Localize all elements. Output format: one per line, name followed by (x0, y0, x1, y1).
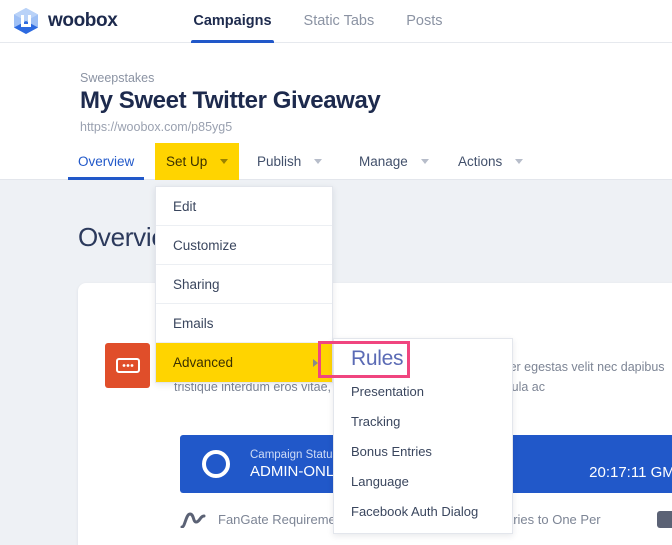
campaign-type-label: Sweepstakes (80, 71, 155, 85)
menu-item-edit[interactable]: Edit (156, 187, 332, 226)
brand-logo-link[interactable]: woobox (13, 7, 118, 35)
section-tab-publish[interactable]: Publish (246, 143, 333, 180)
ticket-glyph-icon (115, 358, 140, 373)
ticket-icon (105, 343, 150, 388)
advanced-submenu: Rules Presentation Tracking Bonus Entrie… (333, 338, 513, 534)
section-tab-actions[interactable]: Actions (447, 143, 534, 180)
chevron-down-icon (220, 159, 229, 164)
section-tab-overview-label: Overview (78, 154, 135, 169)
submenu-item-bonus-entries-label: Bonus Entries (351, 443, 432, 459)
woobox-hexagon-logo-icon (14, 8, 38, 34)
tab-static-tabs[interactable]: Static Tabs (288, 0, 391, 43)
section-tab-manage-label: Manage (359, 154, 408, 169)
submenu-item-language-label: Language (351, 473, 409, 489)
submenu-item-facebook-auth-dialog[interactable]: Facebook Auth Dialog (334, 496, 512, 526)
feature-swatch (656, 511, 672, 528)
submenu-item-presentation[interactable]: Presentation (334, 376, 512, 406)
submenu-item-bonus-entries[interactable]: Bonus Entries (334, 436, 512, 466)
submenu-item-rules[interactable]: Rules (334, 342, 512, 376)
tab-posts[interactable]: Posts (390, 0, 458, 43)
status-value: ADMIN-ONLY (250, 462, 344, 480)
swatch-icon (656, 511, 672, 528)
submenu-item-facebook-auth-dialog-label: Facebook Auth Dialog (351, 503, 479, 519)
menu-item-sharing[interactable]: Sharing (156, 265, 332, 304)
menu-item-edit-label: Edit (173, 198, 197, 214)
menu-item-customize[interactable]: Customize (156, 226, 332, 265)
fangate-icon (180, 511, 206, 528)
setup-dropdown-menu: Edit Customize Sharing Emails Advanced (155, 186, 333, 383)
menu-item-sharing-label: Sharing (173, 276, 220, 292)
page-header: Sweepstakes My Sweet Twitter Giveaway ht… (0, 43, 672, 143)
top-navigation-bar: woobox Campaigns Static Tabs Posts (0, 0, 672, 43)
menu-item-emails[interactable]: Emails (156, 304, 332, 343)
tab-campaigns[interactable]: Campaigns (177, 0, 287, 43)
page-title: My Sweet Twitter Giveaway (80, 87, 381, 114)
menu-item-emails-label: Emails (173, 315, 214, 331)
feature-fangate-label: FanGate Requirement (218, 512, 347, 527)
status-text-group: Campaign Status ADMIN-ONLY (250, 449, 343, 480)
section-tab-manage[interactable]: Manage (348, 143, 440, 180)
feature-fangate: FanGate Requirement (180, 511, 347, 528)
section-tab-actions-label: Actions (458, 154, 503, 169)
chevron-down-icon (420, 159, 429, 164)
menu-item-customize-label: Customize (173, 237, 237, 253)
status-label: Campaign Status (250, 448, 339, 461)
status-timestamp: 20:17:11 GMT -4:00 (589, 464, 672, 481)
section-tab-setup-label: Set Up (166, 154, 208, 169)
chevron-down-icon (314, 159, 323, 164)
section-tab-overview[interactable]: Overview (68, 143, 145, 181)
section-tab-publish-label: Publish (257, 154, 302, 169)
submenu-item-tracking[interactable]: Tracking (334, 406, 512, 436)
status-ring-icon (202, 450, 230, 478)
submenu-item-language[interactable]: Language (334, 466, 512, 496)
app-root: woobox Campaigns Static Tabs Posts Sweep… (0, 0, 672, 545)
brand-name: woobox (48, 10, 118, 31)
submenu-item-presentation-label: Presentation (351, 383, 424, 399)
chevron-right-icon (313, 358, 318, 367)
chevron-down-icon (515, 159, 524, 164)
section-tab-setup[interactable]: Set Up (155, 143, 240, 180)
submenu-item-tracking-label: Tracking (351, 413, 401, 429)
campaign-url[interactable]: https://woobox.com/p85yg5 (80, 120, 232, 134)
menu-item-advanced-label: Advanced (173, 355, 234, 370)
top-nav-tabs: Campaigns Static Tabs Posts (177, 0, 458, 43)
submenu-item-rules-label: Rules (351, 347, 404, 370)
section-tab-bar: Overview Set Up Publish Manage Actions (0, 143, 672, 181)
menu-item-advanced[interactable]: Advanced (156, 343, 332, 382)
